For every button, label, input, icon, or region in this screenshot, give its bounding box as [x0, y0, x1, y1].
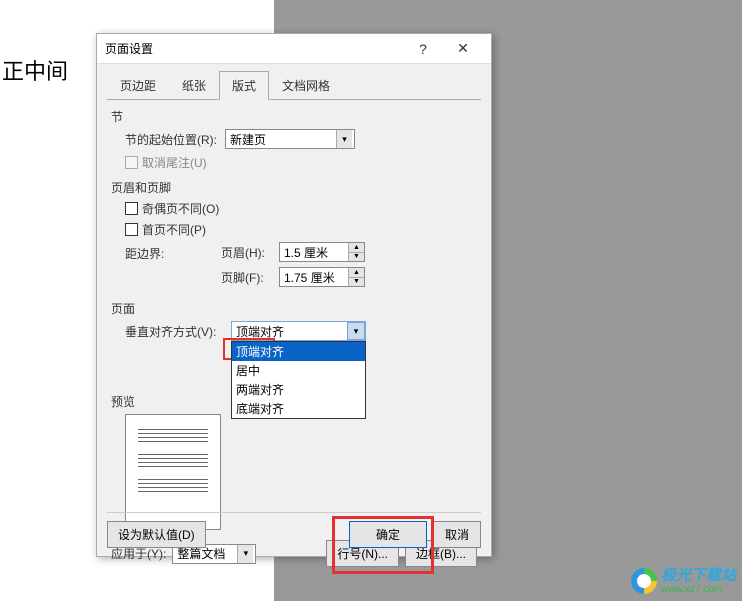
ok-button[interactable]: 确定 — [349, 521, 427, 548]
valign-option-justify[interactable]: 两端对齐 — [232, 380, 365, 399]
cancel-endnote-label: 取消尾注(U) — [142, 154, 207, 171]
watermark-cn: 极光下载站 — [661, 568, 736, 585]
footer-margin-label: 页脚(F): — [221, 269, 279, 286]
valign-option-top[interactable]: 顶端对齐 — [232, 342, 365, 361]
section-start-label: 节的起始位置(R): — [125, 131, 225, 148]
spinner-up-icon[interactable]: ▲ — [349, 243, 364, 253]
valign-option-bottom[interactable]: 底端对齐 — [232, 399, 365, 418]
odd-even-label: 奇偶页不同(O) — [142, 200, 219, 217]
page-setup-dialog: 页面设置 ? ✕ 页边距 纸张 版式 文档网格 节 节的起始位置(R): 新建页… — [96, 33, 492, 557]
dialog-title: 页面设置 — [105, 40, 403, 57]
logo-icon — [631, 568, 657, 594]
first-page-label: 首页不同(P) — [142, 221, 206, 238]
valign-value: 顶端对齐 — [236, 323, 284, 340]
spinner-up-icon[interactable]: ▲ — [349, 268, 364, 278]
cancel-endnote-checkbox — [125, 156, 138, 169]
section-group-label: 节 — [111, 108, 477, 125]
tab-layout[interactable]: 版式 — [219, 71, 269, 100]
valign-dropdown: 顶端对齐 居中 两端对齐 底端对齐 — [231, 341, 366, 419]
tab-grid[interactable]: 文档网格 — [269, 71, 343, 100]
valign-option-center[interactable]: 居中 — [232, 361, 365, 380]
margin-label: 距边界: — [125, 242, 221, 262]
header-margin-label: 页眉(H): — [221, 244, 279, 261]
spinner-down-icon[interactable]: ▼ — [349, 253, 364, 262]
first-page-checkbox[interactable] — [125, 223, 138, 236]
chevron-down-icon: ▾ — [336, 130, 352, 148]
headerfooter-group-label: 页眉和页脚 — [111, 179, 477, 196]
footer-margin-input[interactable] — [280, 268, 348, 286]
titlebar: 页面设置 ? ✕ — [97, 34, 491, 64]
watermark-en: www.xz7.com — [661, 584, 736, 595]
valign-select[interactable]: 顶端对齐 ▾ — [231, 321, 366, 341]
page-group-label: 页面 — [111, 300, 477, 317]
header-margin-input[interactable] — [280, 243, 348, 261]
chevron-down-icon: ▾ — [347, 322, 365, 340]
footer-margin-spinner[interactable]: ▲ ▼ — [279, 267, 365, 287]
section-start-select[interactable]: 新建页 ▾ — [225, 129, 355, 149]
tab-paper[interactable]: 纸张 — [169, 71, 219, 100]
section-start-value: 新建页 — [230, 131, 266, 148]
spinner-down-icon[interactable]: ▼ — [349, 278, 364, 287]
header-margin-spinner[interactable]: ▲ ▼ — [279, 242, 365, 262]
set-default-button[interactable]: 设为默认值(D) — [107, 521, 206, 548]
watermark: 极光下载站 www.xz7.com — [631, 568, 736, 596]
background-text: 正中间 — [2, 54, 68, 86]
odd-even-checkbox[interactable] — [125, 202, 138, 215]
tab-margins[interactable]: 页边距 — [107, 71, 169, 100]
valign-label: 垂直对齐方式(V): — [125, 323, 231, 340]
cancel-button[interactable]: 取消 — [433, 521, 481, 548]
close-button[interactable]: ✕ — [443, 35, 483, 63]
help-button[interactable]: ? — [403, 35, 443, 63]
tabs: 页边距 纸张 版式 文档网格 — [107, 70, 481, 100]
